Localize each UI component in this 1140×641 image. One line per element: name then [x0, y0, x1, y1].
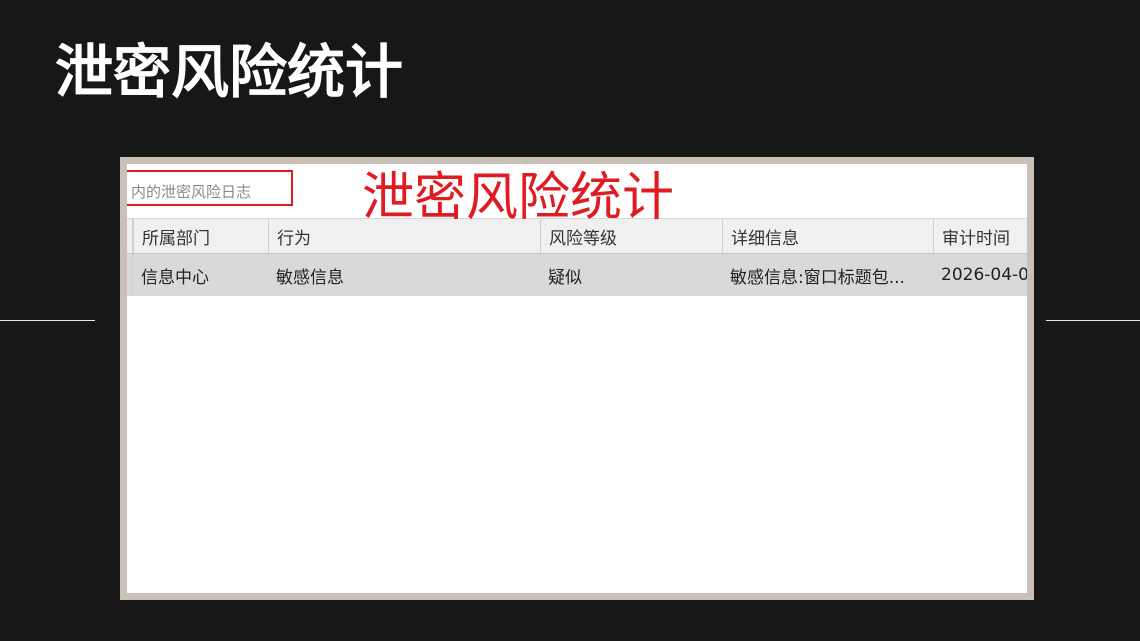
decorative-line-left	[0, 320, 95, 321]
log-window: 内的泄密风险日志 泄密风险统计 所属部门 行为 风险等级 详细信息 审计时间 信…	[127, 164, 1027, 593]
cell-audit-time: 2026-04-0	[941, 265, 1027, 285]
slide: 泄密风险统计 内的泄密风险日志 泄密风险统计 所属部门 行为 风险等级 详细信息…	[0, 0, 1140, 641]
column-header-details[interactable]: 详细信息	[722, 219, 933, 253]
cell-behavior: 敏感信息	[276, 267, 344, 288]
overlay-caption: 泄密风险统计	[362, 168, 675, 228]
cell-details: 敏感信息:窗口标题包...	[730, 267, 905, 288]
table-row[interactable]: 信息中心 敏感信息 疑似 敏感信息:窗口标题包... 2026-04-0	[127, 254, 1027, 296]
screenshot-frame: 内的泄密风险日志 泄密风险统计 所属部门 行为 风险等级 详细信息 审计时间 信…	[120, 157, 1034, 600]
cell-department: 信息中心	[141, 267, 209, 288]
slide-title: 泄密风险统计	[55, 38, 404, 106]
column-header-audit-time[interactable]: 审计时间	[933, 219, 1027, 253]
column-header-department[interactable]: 所属部门	[133, 219, 268, 253]
decorative-line-right	[1046, 320, 1140, 321]
risk-log-tab[interactable]: 内的泄密风险日志	[127, 170, 293, 206]
cell-risk-level: 疑似	[548, 267, 582, 288]
risk-log-tab-label: 内的泄密风险日志	[131, 183, 252, 201]
